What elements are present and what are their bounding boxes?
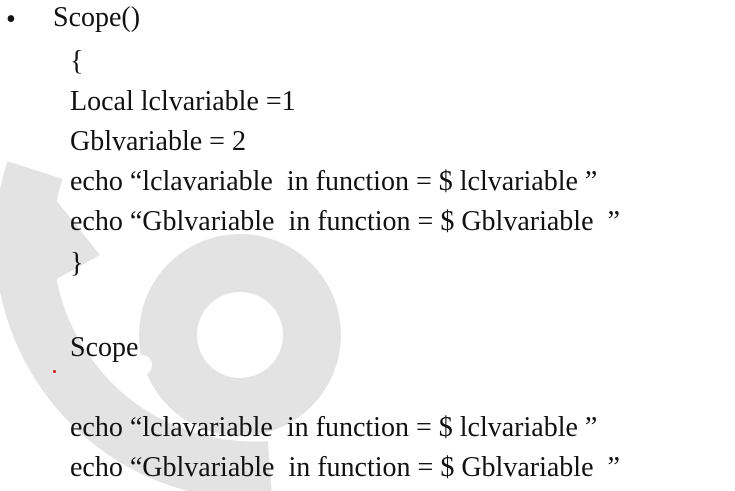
slide: • Scope() { Local lclvariable =1 Gblvari… [0,0,735,491]
code-line-close-brace: } [70,248,84,279]
code-line-open-brace: { [70,46,84,77]
bullet-marker: • [6,4,16,35]
code-line-echo-global-inside: echo “Gblvariable in function = $ Gblvar… [70,206,620,237]
code-line-echo-local-outside: echo “lclavariable in function = $ lclva… [70,412,598,443]
red-dot-mark [53,370,56,373]
code-line-echo-local-inside: echo “lclavariable in function = $ lclva… [70,166,598,197]
code-line-scope-call: Scope [70,332,139,363]
code-line-echo-global-outside: echo “Gblvariable in function = $ Gblvar… [70,452,620,483]
code-line-local-variable: Local lclvariable =1 [70,86,296,117]
code-line-scope-definition: Scope() [53,2,141,33]
code-line-global-variable: Gblvariable = 2 [70,126,246,157]
